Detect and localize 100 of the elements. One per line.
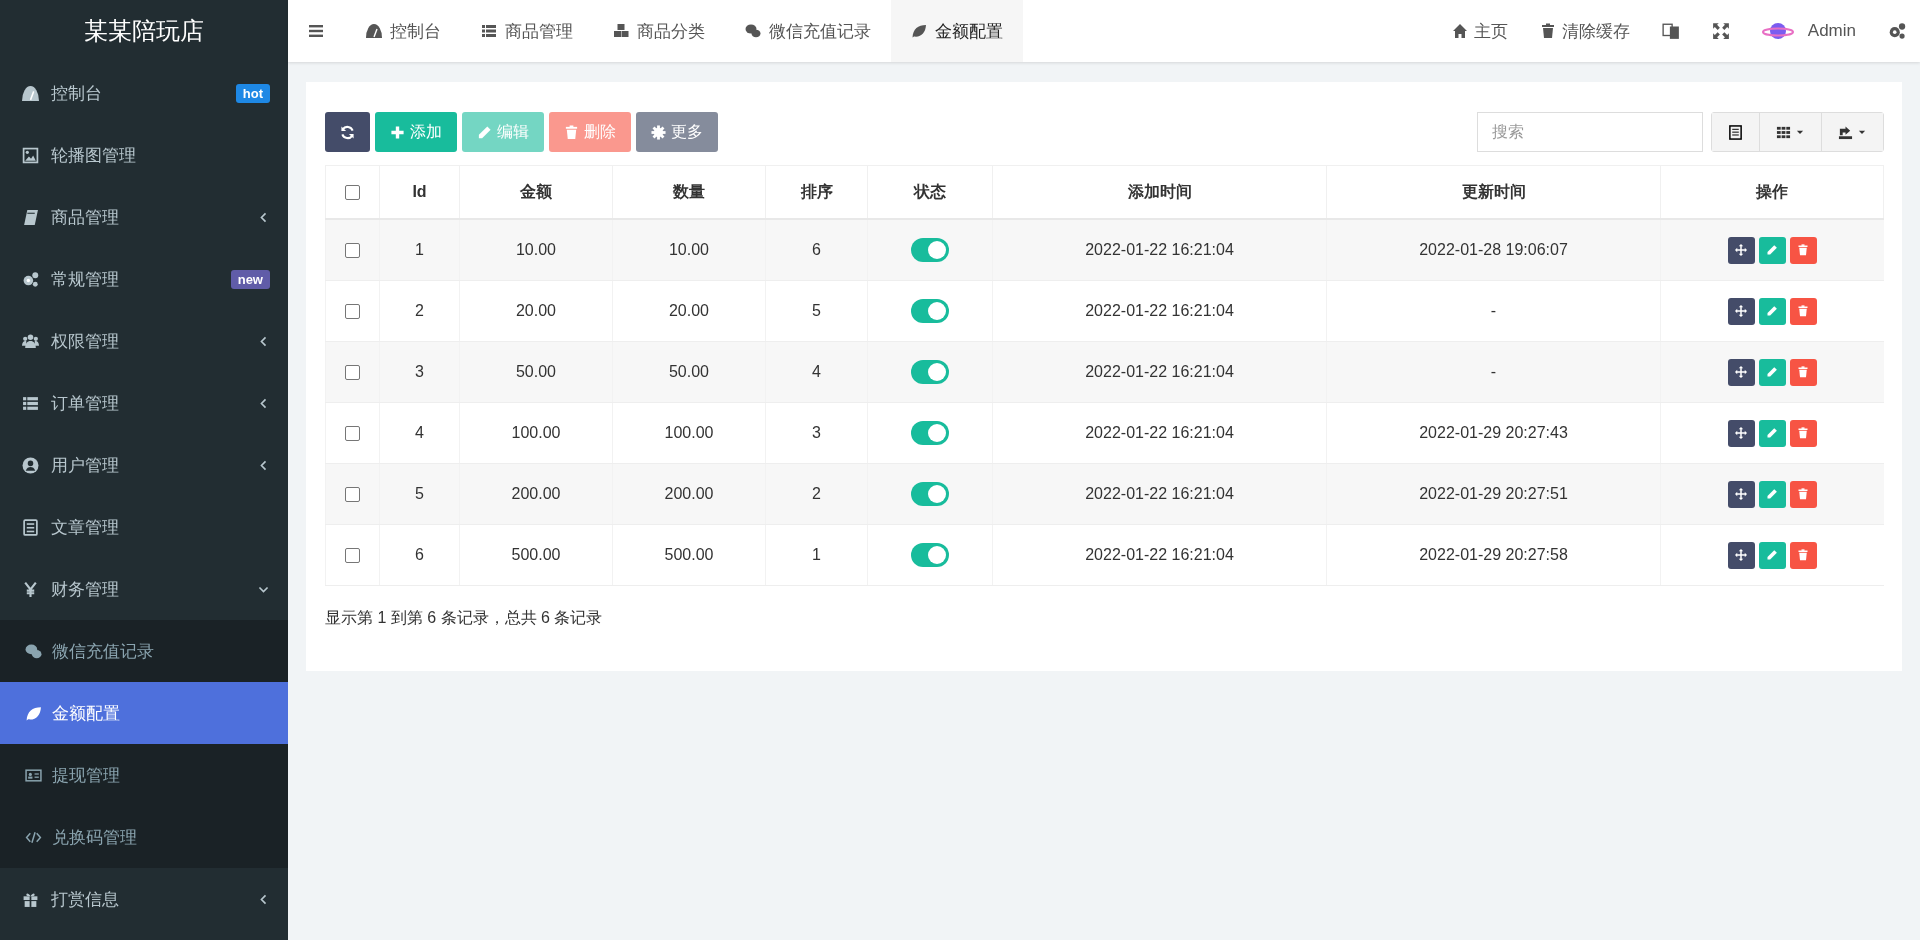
sidebar-subitem[interactable]: 提现管理 xyxy=(0,744,288,806)
refresh-button[interactable] xyxy=(325,112,370,152)
sidebar-item[interactable]: 用户管理 xyxy=(0,434,288,496)
top-link[interactable]: 清除缓存 xyxy=(1539,19,1630,43)
status-switch[interactable] xyxy=(911,238,949,262)
export-icon xyxy=(1838,124,1853,140)
row-checkbox[interactable] xyxy=(345,243,360,259)
users-icon xyxy=(22,332,39,350)
sidebar-item[interactable]: 控制台 hot xyxy=(0,62,288,124)
sidebar-item[interactable]: 财务管理 xyxy=(0,558,288,620)
table-cell: 2022-01-22 16:21:04 xyxy=(1085,485,1234,502)
row-checkbox[interactable] xyxy=(345,304,360,320)
table-cell: 2022-01-22 16:21:04 xyxy=(1085,363,1234,380)
column-header: Id xyxy=(412,183,427,200)
table-cell: 4 xyxy=(812,363,821,380)
menu-badge: hot xyxy=(235,83,270,103)
nav-tab[interactable]: 控制台 xyxy=(346,0,461,62)
nav-tab[interactable]: 微信充值记录 xyxy=(725,0,891,62)
pencil-icon xyxy=(1766,244,1779,256)
sidebar-item[interactable]: 轮播图管理 xyxy=(0,124,288,186)
status-switch[interactable] xyxy=(911,482,949,506)
id-card-icon xyxy=(25,766,42,784)
table-cell: 4 xyxy=(415,424,424,441)
top-link[interactable]: 主页 xyxy=(1451,19,1508,43)
fullscreen-icon[interactable] xyxy=(1711,22,1730,40)
trash-icon xyxy=(564,124,579,140)
table-view-icon xyxy=(1728,124,1743,140)
sidebar-item[interactable]: 商品管理 xyxy=(0,186,288,248)
refresh-icon xyxy=(340,124,355,140)
dashboard-icon xyxy=(22,84,39,102)
nav-tab[interactable]: 商品管理 xyxy=(461,0,593,62)
move-icon xyxy=(1735,305,1748,317)
delete-button[interactable] xyxy=(1789,480,1817,508)
move-button[interactable] xyxy=(1727,419,1755,447)
plus-icon xyxy=(390,124,405,140)
delete-button[interactable] xyxy=(1789,541,1817,569)
search-field[interactable]: 搜索 xyxy=(1477,112,1703,152)
table-cell: 2022-01-22 16:21:04 xyxy=(1085,546,1234,563)
move-button[interactable] xyxy=(1727,541,1755,569)
select-all-checkbox[interactable] xyxy=(345,185,360,201)
status-switch[interactable] xyxy=(911,543,949,567)
move-button[interactable] xyxy=(1727,480,1755,508)
status-switch[interactable] xyxy=(911,421,949,445)
row-checkbox[interactable] xyxy=(345,548,360,564)
status-switch[interactable] xyxy=(911,299,949,323)
home-icon xyxy=(1451,23,1468,39)
delete-button[interactable] xyxy=(1789,297,1817,325)
column-header: 操作 xyxy=(1756,182,1788,200)
sidebar-subitem[interactable]: 兑换码管理 xyxy=(0,806,288,868)
table-cell: 2 xyxy=(415,302,424,319)
nav-tab[interactable]: 金额配置 xyxy=(891,0,1023,62)
table-cell: 50.00 xyxy=(515,363,556,380)
move-button[interactable] xyxy=(1727,236,1755,264)
table-cell: 2022-01-22 16:21:04 xyxy=(1085,302,1234,319)
trash-icon xyxy=(1797,549,1810,561)
table-cell: 20.00 xyxy=(515,302,556,319)
table-cell: 2022-01-29 20:27:43 xyxy=(1419,424,1568,441)
sidebar-item[interactable]: 常规管理 new xyxy=(0,248,288,310)
sidebar-item[interactable]: 打赏信息 xyxy=(0,868,288,930)
table-cell: 2022-01-22 16:21:04 xyxy=(1085,241,1234,258)
move-button[interactable] xyxy=(1727,297,1755,325)
table-cell: 3 xyxy=(812,424,821,441)
table-cell: 6 xyxy=(415,546,424,563)
delete-button[interactable] xyxy=(1789,236,1817,264)
sidebar-subitem[interactable]: 微信充值记录 xyxy=(0,620,288,682)
trash-icon xyxy=(1797,305,1810,317)
table-cell: - xyxy=(1490,302,1497,319)
leaf-icon xyxy=(25,704,42,722)
sidebar-item[interactable]: 订单管理 xyxy=(0,372,288,434)
nav-tab[interactable]: 商品分类 xyxy=(593,0,725,62)
delete-button[interactable] xyxy=(1789,419,1817,447)
chat-bubbles-icon xyxy=(745,23,761,39)
table-cell: 500.00 xyxy=(664,546,714,563)
table-view-button[interactable] xyxy=(1712,113,1760,151)
table-cell: 20.00 xyxy=(668,302,709,319)
column-header: 数量 xyxy=(673,182,705,200)
pencil-icon xyxy=(1766,549,1779,561)
leaf-icon xyxy=(911,23,927,39)
row-checkbox[interactable] xyxy=(345,426,360,442)
table-cell: 5 xyxy=(812,302,821,319)
pencil-icon xyxy=(1766,305,1779,317)
pencil-icon xyxy=(477,124,492,140)
menu-icon[interactable] xyxy=(308,23,324,39)
trash-icon xyxy=(1797,488,1810,500)
column-header: 状态 xyxy=(914,182,946,200)
move-button[interactable] xyxy=(1727,358,1755,386)
column-header: 添加时间 xyxy=(1127,182,1192,200)
status-switch[interactable] xyxy=(911,360,949,384)
dashboard-icon xyxy=(366,23,382,39)
sidebar-item[interactable]: 权限管理 xyxy=(0,310,288,372)
user-icon xyxy=(22,456,39,474)
user-menu[interactable]: Admin xyxy=(1761,19,1856,43)
delete-button[interactable] xyxy=(1789,358,1817,386)
row-checkbox[interactable] xyxy=(345,487,360,503)
table-cell: 1 xyxy=(415,241,424,258)
table-cell: 10.00 xyxy=(668,241,709,258)
row-checkbox[interactable] xyxy=(345,365,360,381)
sidebar-subitem[interactable]: 金额配置 xyxy=(0,682,288,744)
document-icon xyxy=(22,518,39,536)
sidebar-item[interactable]: 文章管理 xyxy=(0,496,288,558)
